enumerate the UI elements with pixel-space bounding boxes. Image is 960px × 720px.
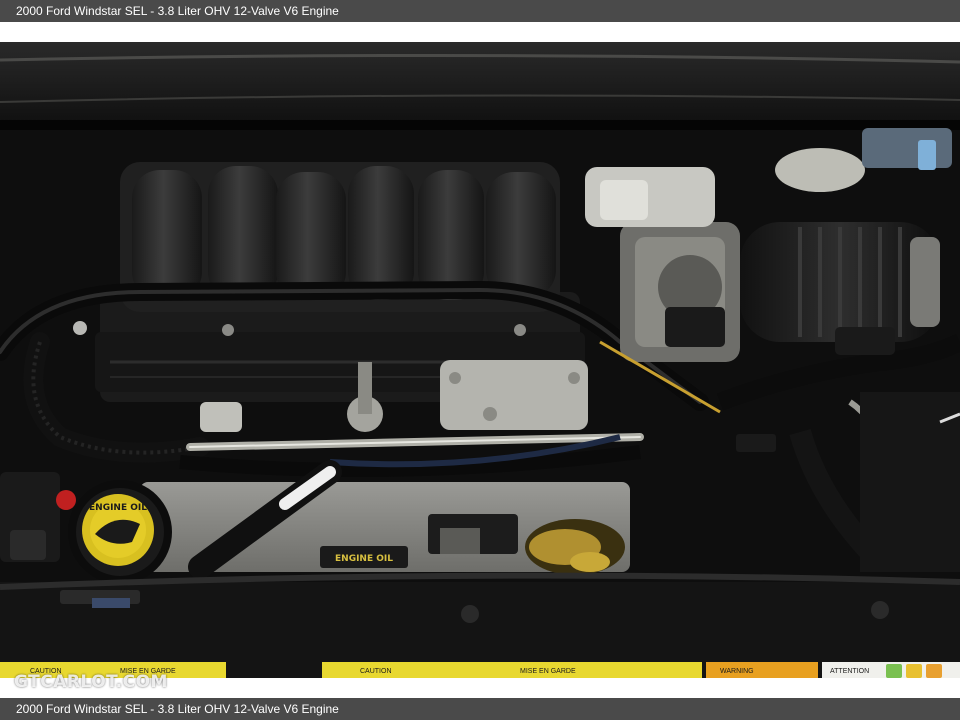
electrical-connector [835, 327, 895, 355]
engine-photo: ENGINE OIL ENGINE OIL CAUTION MISE EN GA… [0, 42, 960, 678]
connector-top-right [862, 128, 952, 168]
oil-filler-cap: ENGINE OIL [68, 480, 172, 584]
sensor-connector [736, 434, 776, 452]
warning-label-6: ATTENTION [830, 668, 869, 675]
air-intake-tube [740, 222, 940, 342]
oil-cap-label: ENGINE OIL [89, 503, 147, 513]
hood-edge [0, 42, 960, 130]
warning-label-3: CAUTION [360, 668, 392, 675]
photo-caption-top: 2000 Ford Windstar SEL - 3.8 Liter OHV 1… [0, 0, 960, 22]
warning-label-5: WARNING [720, 668, 754, 675]
oil-residue [525, 519, 625, 575]
reservoir-cap [775, 148, 865, 192]
red-cap [56, 490, 76, 510]
egr-bracket [440, 360, 588, 430]
warning-label-4: MISE EN GARDE [520, 668, 576, 675]
watermark-logo: GTCARLOT.COM [14, 672, 168, 692]
cover-label-text: ENGINE OIL [335, 554, 393, 564]
photo-caption-bottom: 2000 Ford Windstar SEL - 3.8 Liter OHV 1… [0, 698, 960, 720]
